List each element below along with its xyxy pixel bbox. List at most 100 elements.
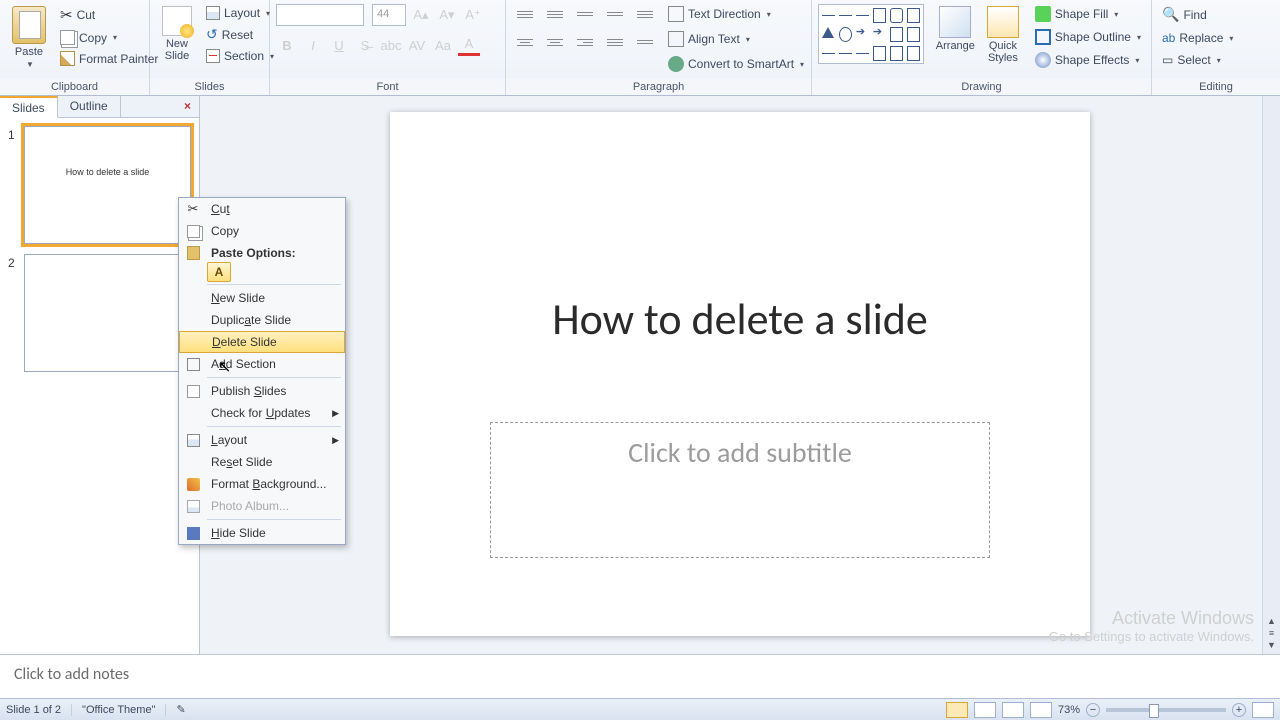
spellcheck-icon[interactable]: ✎ bbox=[176, 703, 185, 716]
char-spacing-button[interactable]: AV bbox=[406, 34, 428, 56]
align-center-button[interactable] bbox=[542, 32, 568, 52]
line-spacing-button[interactable] bbox=[632, 4, 658, 24]
shape-effects-button[interactable]: Shape Effects▾ bbox=[1031, 50, 1145, 70]
copy-icon bbox=[60, 30, 75, 45]
text-direction-button[interactable]: Text Direction▾ bbox=[664, 4, 808, 24]
thumbnail-item[interactable]: 2 bbox=[8, 254, 191, 372]
shape-icon bbox=[907, 27, 920, 42]
paste-keep-formatting-button[interactable]: A bbox=[207, 262, 231, 282]
thumbnail-2[interactable] bbox=[24, 254, 191, 372]
new-slide-button[interactable]: New Slide bbox=[156, 4, 198, 64]
ctx-duplicate-slide[interactable]: Duplicate Slide bbox=[179, 309, 345, 331]
zoom-out-button[interactable]: − bbox=[1086, 703, 1100, 717]
shapes-gallery[interactable] bbox=[818, 4, 924, 64]
scissors-icon: ✂ bbox=[60, 6, 73, 24]
tab-outline[interactable]: Outline bbox=[58, 96, 121, 117]
slide-nav-icon[interactable]: ≡ bbox=[1269, 628, 1274, 638]
columns-button[interactable] bbox=[632, 32, 658, 52]
slide-title[interactable]: How to delete a slide bbox=[390, 292, 1090, 346]
reset-button[interactable]: ↺Reset bbox=[202, 24, 278, 45]
format-painter-button[interactable]: Format Painter bbox=[56, 49, 162, 68]
shape-fill-button[interactable]: Shape Fill▾ bbox=[1031, 4, 1145, 24]
font-color-button[interactable]: A bbox=[458, 34, 480, 56]
outline-icon bbox=[1035, 29, 1051, 45]
underline-button[interactable]: U bbox=[328, 34, 350, 56]
section-button[interactable]: Section▾ bbox=[202, 47, 278, 65]
ribbon: Paste ▼ ✂Cut Copy▾ Format Painter Clipbo… bbox=[0, 0, 1280, 96]
reading-view-button[interactable] bbox=[1002, 702, 1024, 718]
increase-indent-button[interactable] bbox=[602, 4, 628, 24]
zoom-slider[interactable] bbox=[1106, 708, 1226, 712]
align-left-button[interactable] bbox=[512, 32, 538, 52]
thumbnail-item[interactable]: 1 How to delete a slide bbox=[8, 126, 191, 244]
justify-button[interactable] bbox=[602, 32, 628, 52]
tab-slides[interactable]: Slides bbox=[0, 96, 58, 118]
text-direction-icon bbox=[668, 6, 684, 22]
ctx-copy[interactable]: Copy bbox=[179, 220, 345, 242]
section-icon bbox=[206, 49, 220, 63]
zoom-level[interactable]: 73% bbox=[1058, 704, 1080, 716]
sorter-view-button[interactable] bbox=[974, 702, 996, 718]
grow-font-button[interactable]: A▴ bbox=[410, 4, 432, 26]
panel-close-button[interactable]: × bbox=[176, 96, 199, 117]
hide-icon bbox=[187, 527, 200, 540]
shape-outline-button[interactable]: Shape Outline▾ bbox=[1031, 27, 1145, 47]
vertical-scrollbar[interactable]: ▲ ≡ ▼ bbox=[1262, 96, 1280, 654]
copy-button[interactable]: Copy▾ bbox=[56, 28, 162, 47]
shape-roundrect-icon bbox=[890, 8, 903, 23]
paste-label: Paste bbox=[15, 46, 43, 58]
layout-icon bbox=[206, 6, 220, 20]
group-editing: 🔍Find abReplace▾ ▭Select▾ Editing bbox=[1152, 0, 1280, 95]
quick-styles-button[interactable]: Quick Styles bbox=[981, 4, 1025, 66]
zoom-in-button[interactable]: + bbox=[1232, 703, 1246, 717]
ctx-delete-slide[interactable]: Delete Slide bbox=[179, 331, 345, 353]
slide-subtitle-placeholder[interactable]: Click to add subtitle bbox=[490, 422, 990, 558]
strikethrough-button[interactable]: S̶ bbox=[354, 34, 376, 56]
convert-smartart-button[interactable]: Convert to SmartArt▾ bbox=[664, 54, 808, 74]
ctx-hide-slide[interactable]: Hide Slide bbox=[179, 522, 345, 544]
ctx-add-section[interactable]: Add Section bbox=[179, 353, 345, 375]
select-button[interactable]: ▭Select▾ bbox=[1158, 51, 1237, 69]
cut-button[interactable]: ✂Cut bbox=[56, 4, 162, 26]
group-clipboard: Paste ▼ ✂Cut Copy▾ Format Painter Clipbo… bbox=[0, 0, 150, 95]
thumbnail-1[interactable]: How to delete a slide bbox=[24, 126, 191, 244]
decrease-indent-button[interactable] bbox=[572, 4, 598, 24]
notes-pane[interactable]: Click to add notes bbox=[0, 654, 1280, 698]
ctx-publish-slides[interactable]: Publish Slides bbox=[179, 380, 345, 402]
fit-to-window-button[interactable] bbox=[1252, 702, 1274, 718]
shrink-font-button[interactable]: A▾ bbox=[436, 4, 458, 26]
arrange-button[interactable]: Arrange bbox=[930, 4, 981, 54]
ctx-check-updates[interactable]: Check for Updates▶ bbox=[179, 402, 345, 424]
normal-view-button[interactable] bbox=[946, 702, 968, 718]
ctx-layout[interactable]: Layout▶ bbox=[179, 429, 345, 451]
slideshow-view-button[interactable] bbox=[1030, 702, 1052, 718]
ctx-reset-slide[interactable]: Reset Slide bbox=[179, 451, 345, 473]
font-size-combo[interactable]: 44 bbox=[372, 4, 406, 26]
ctx-cut[interactable]: ✂Cut bbox=[179, 198, 345, 220]
align-text-button[interactable]: Align Text▾ bbox=[664, 29, 808, 49]
find-button[interactable]: 🔍Find bbox=[1158, 4, 1237, 25]
ctx-format-background[interactable]: Format Background... bbox=[179, 473, 345, 495]
paste-button[interactable]: Paste ▼ bbox=[6, 4, 52, 71]
shadow-button[interactable]: abc bbox=[380, 34, 402, 56]
bullets-button[interactable] bbox=[512, 4, 538, 24]
publish-icon bbox=[187, 385, 200, 398]
new-slide-icon bbox=[162, 6, 192, 36]
bold-button[interactable]: B bbox=[276, 34, 298, 56]
ctx-photo-album: Photo Album... bbox=[179, 495, 345, 517]
replace-button[interactable]: abReplace▾ bbox=[1158, 29, 1237, 47]
next-slide-icon[interactable]: ▼ bbox=[1267, 640, 1276, 650]
align-right-button[interactable] bbox=[572, 32, 598, 52]
shape-icon bbox=[839, 53, 852, 61]
ctx-new-slide[interactable]: New Slide bbox=[179, 287, 345, 309]
clear-formatting-button[interactable]: A⁺ bbox=[462, 4, 484, 26]
italic-button[interactable]: I bbox=[302, 34, 324, 56]
layout-button[interactable]: Layout▾ bbox=[202, 4, 278, 22]
shape-icon bbox=[890, 46, 903, 61]
slide[interactable]: How to delete a slide Click to add subti… bbox=[390, 112, 1090, 636]
numbering-button[interactable] bbox=[542, 4, 568, 24]
change-case-button[interactable]: Aa bbox=[432, 34, 454, 56]
group-font: 44 A▴ A▾ A⁺ B I U S̶ abc AV Aa A Font bbox=[270, 0, 506, 95]
font-family-combo[interactable] bbox=[276, 4, 364, 26]
prev-slide-icon[interactable]: ▲ bbox=[1267, 616, 1276, 626]
